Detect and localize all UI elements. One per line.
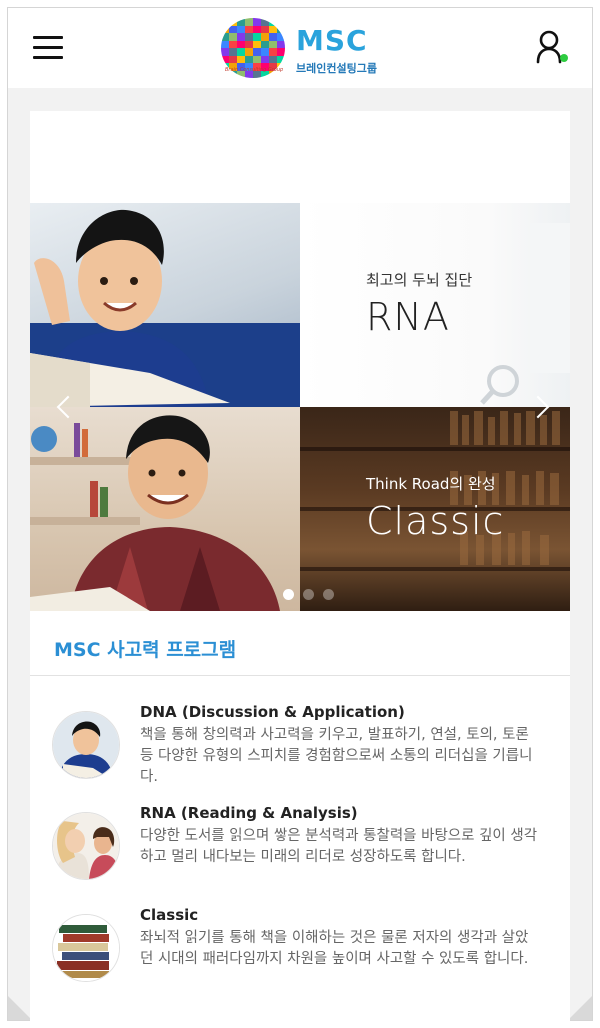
logo-korean-name: 브레인컨설팅그룹: [296, 62, 377, 75]
program-description: 책을 통해 창의력과 사고력을 키우고, 발표하기, 연설, 토의, 토론 등 …: [140, 727, 533, 785]
program-description: 다양한 도서를 읽으며 쌓은 분석력과 통찰력을 바탕으로 깊이 생각하고 멀리…: [140, 828, 538, 865]
program-item-dna[interactable]: DNA (Discussion & Application) 책을 통해 창의력…: [52, 703, 552, 793]
slider-dot[interactable]: [283, 589, 294, 600]
section-title: MSC 사고력 프로그램: [54, 639, 237, 661]
program-item-rna[interactable]: RNA (Reading & Analysis) 다양한 도서를 읽으며 쌓은 …: [52, 804, 552, 894]
slide-photo-boy-reading: [30, 203, 300, 407]
slide-photo-teen-smiling: [30, 407, 300, 611]
section-divider: [30, 675, 570, 676]
program-title: RNA (Reading & Analysis): [140, 804, 358, 822]
slider-dot[interactable]: [303, 589, 314, 600]
hero-slider[interactable]: 최고의 두뇌 집단 RNA Think Road의 완성 Classic: [30, 203, 570, 611]
program-thumbnail: [52, 812, 120, 880]
frame-corner: [8, 996, 32, 1020]
slider-pagination: [283, 585, 343, 604]
slide-panel-classic: Think Road의 완성 Classic: [300, 407, 570, 611]
slide-title: Classic: [366, 499, 505, 543]
hamburger-menu-icon[interactable]: [33, 36, 63, 60]
main-content-card: 최고의 두뇌 집단 RNA Think Road의 완성 Classic MSC…: [30, 111, 570, 1021]
slider-dot[interactable]: [323, 589, 334, 600]
logo-tagline: Brain Consulting Group: [225, 67, 284, 73]
slide-subtitle: Think Road의 완성: [366, 475, 496, 493]
slide-panel-rna: 최고의 두뇌 집단 RNA: [300, 203, 570, 407]
program-title: DNA (Discussion & Application): [140, 703, 405, 721]
frame-corner: [568, 996, 592, 1020]
logo-brand-name: MSC: [296, 24, 368, 57]
program-title: Classic: [140, 906, 199, 924]
site-header: Brain Consulting Group MSC 브레인컨설팅그룹: [8, 8, 592, 88]
user-profile-icon[interactable]: [536, 30, 568, 66]
program-item-classic[interactable]: Classic 좌뇌적 읽기를 통해 책을 이해하는 것은 물론 저자의 생각과…: [52, 906, 552, 1001]
program-description: 좌뇌적 읽기를 통해 책을 이해하는 것은 물론 저자의 생각과 살았던 시대의…: [140, 930, 529, 967]
slide-subtitle: 최고의 두뇌 집단: [366, 271, 473, 289]
program-thumbnail: [52, 914, 120, 982]
site-logo[interactable]: Brain Consulting Group MSC 브레인컨설팅그룹: [221, 18, 391, 80]
online-status-dot: [560, 54, 568, 62]
slide-title: RNA: [366, 295, 450, 339]
program-thumbnail: [52, 711, 120, 779]
